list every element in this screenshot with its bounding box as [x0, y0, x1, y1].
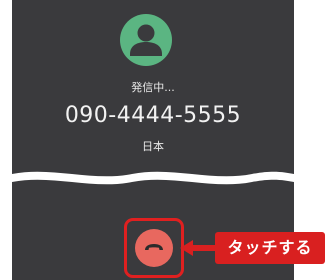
- arrow-left-icon: [180, 240, 216, 256]
- torn-divider: [12, 171, 294, 185]
- hangup-button[interactable]: [135, 229, 173, 267]
- tap-instruction-label: タッチする: [215, 232, 325, 264]
- phone-number: 090-4444-5555: [64, 103, 242, 128]
- phone-hangup-icon: [145, 244, 163, 250]
- country-label: 日本: [142, 140, 164, 153]
- call-status: 発信中...: [131, 81, 175, 94]
- person-icon: [120, 14, 172, 66]
